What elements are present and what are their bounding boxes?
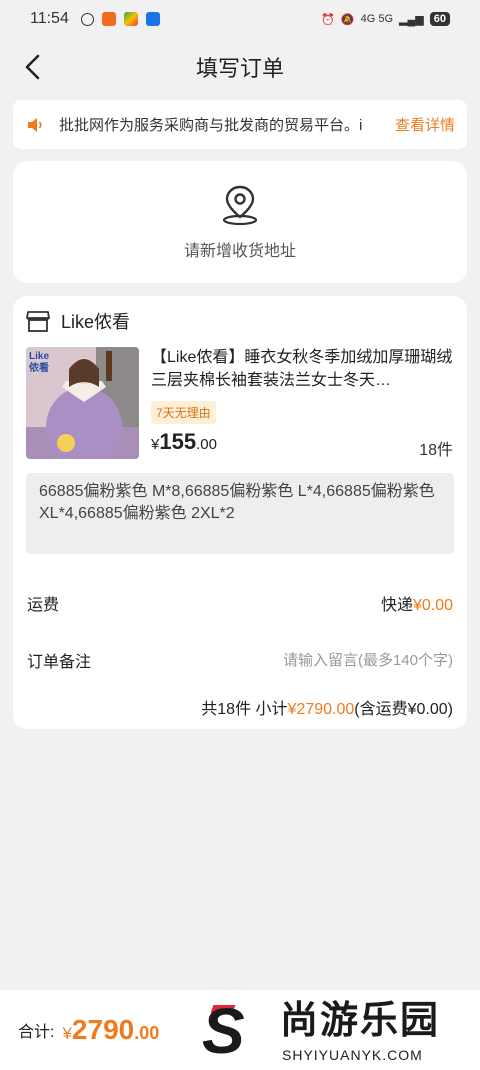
shop-name: Like侬看 [61,312,131,332]
back-button[interactable] [22,53,46,81]
watermark-letter: S [202,995,245,1067]
remark-row: 订单备注 [27,648,453,672]
add-address-label: 请新增收货地址 [183,243,296,260]
order-card: Like侬看 Like 侬看 【Like侬看】睡衣女秋冬季加绒加厚珊瑚绒三层夹棉长… [13,296,467,729]
shipping-included-note: (含运费¥0.00) [354,701,453,718]
subtotal-label: 小计 [255,701,288,718]
status-right: ⏰ 🔕 4G 5G ▂▄▆ 60 [321,12,450,26]
shop-header[interactable]: Like侬看 [25,306,130,336]
product-price: ¥155.00 [151,429,217,455]
shipping-value: 快递¥0.00 [381,591,453,615]
remark-input[interactable] [193,651,453,669]
shipping-fee: ¥0.00 [412,597,453,614]
store-icon [26,311,50,332]
watermark-logo: S 尚游乐园 SHYIYUANYK.COM [200,995,480,1070]
speaker-icon [28,117,42,132]
shipping-row: 运费 快递¥0.00 [27,591,453,615]
notice-bar: 批批网作为服务采购商与批发商的贸易平台。i 查看详情 [13,100,467,149]
alarm-icon: ⏰ [321,13,335,26]
product-quantity: 18件 [419,442,453,459]
orange-app-icon [101,12,116,26]
product-title[interactable]: 【Like侬看】睡衣女秋冬季加绒加厚珊瑚绒三层夹棉长袖套装法兰女士冬天… [151,346,455,392]
notice-text: 批批网作为服务采购商与批发商的贸易平台。i [59,117,363,134]
total-amount: ¥2790.00 [62,1014,159,1046]
location-pin-icon [222,185,258,226]
watermark-title: 尚游乐园 [280,1000,441,1042]
product-image-tag: Like 侬看 [29,351,50,374]
price-decimal: .00 [196,436,217,453]
item-count: 共18件 [201,701,252,718]
shipping-label: 运费 [27,597,60,614]
product-image[interactable]: Like 侬看 [26,347,139,459]
subtotal-value: ¥2790.00 [287,701,355,718]
status-time: 11:54 [30,10,69,27]
page-title: 填写订单 [195,56,284,81]
network-label: 4G 5G [360,13,394,25]
play-app-icon [123,12,138,26]
signal-icon: ▂▄▆ [399,13,424,26]
price-integer: 155 [159,429,197,454]
return-policy-badge: 7天无理由 [151,401,216,424]
order-summary: 共18件 小计¥2790.00(含运费¥0.00) [201,695,453,719]
add-address-card[interactable]: 请新增收货地址 [13,161,467,283]
shipping-method: 快递 [380,597,413,614]
nav-bar: 填写订单 [0,38,480,96]
view-details-link[interactable]: 查看详情 [395,114,455,135]
total-integer: 2790 [71,1014,135,1045]
battery-icon: 60 [429,12,450,26]
total-label: 合计: [18,1024,55,1041]
total-decimal: .00 [134,1023,160,1043]
k-app-icon [80,12,94,26]
mute-icon: 🔕 [340,13,355,26]
spec-summary: 66885偏粉紫色 M*8,66885偏粉紫色 L*4,66885偏粉紫色 XL… [26,473,454,554]
watermark-url: SHYIYUANYK.COM [282,1047,423,1063]
total-symbol: ¥ [62,1024,72,1043]
remark-label: 订单备注 [27,654,92,671]
zhihu-icon [145,12,160,26]
status-left: 11:54 [30,10,160,28]
status-bar: 11:54 ⏰ 🔕 4G 5G ▂▄▆ 60 [0,0,480,38]
chevron-left-icon [25,54,40,80]
